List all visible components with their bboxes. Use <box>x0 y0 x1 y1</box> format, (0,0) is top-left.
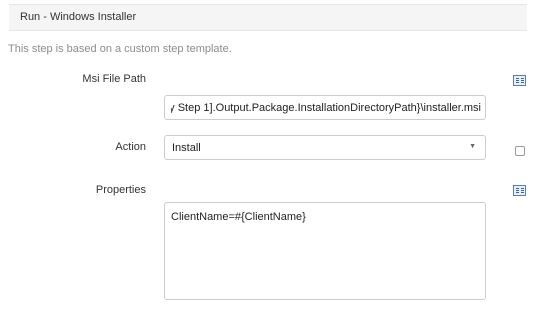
properties-label: Properties <box>95 184 146 196</box>
insert-variable-icon[interactable] <box>513 75 526 86</box>
step-title: Run - Windows Installer <box>20 11 137 23</box>
msi-file-path-input[interactable]: #{Octopus.Action[Deploy Step 1].Output.P… <box>164 95 486 120</box>
step-header: Run - Windows Installer <box>9 4 527 31</box>
msi-file-path-label: Msi File Path <box>82 73 146 85</box>
insert-variable-icon[interactable] <box>513 185 526 196</box>
msi-file-path-value: #{Octopus.Action[Deploy Step 1].Output.P… <box>171 102 481 114</box>
properties-value: ClientName=#{ClientName} <box>171 211 306 223</box>
action-binding-checkbox[interactable] <box>515 146 525 156</box>
properties-textarea[interactable]: ClientName=#{ClientName} <box>164 202 486 300</box>
action-selected-value: Install <box>172 142 201 154</box>
chevron-down-icon: ▼ <box>469 143 476 150</box>
step-description: This step is based on a custom step temp… <box>8 43 232 55</box>
action-label: Action <box>115 141 146 153</box>
action-select[interactable]: Install ▼ <box>164 135 486 160</box>
